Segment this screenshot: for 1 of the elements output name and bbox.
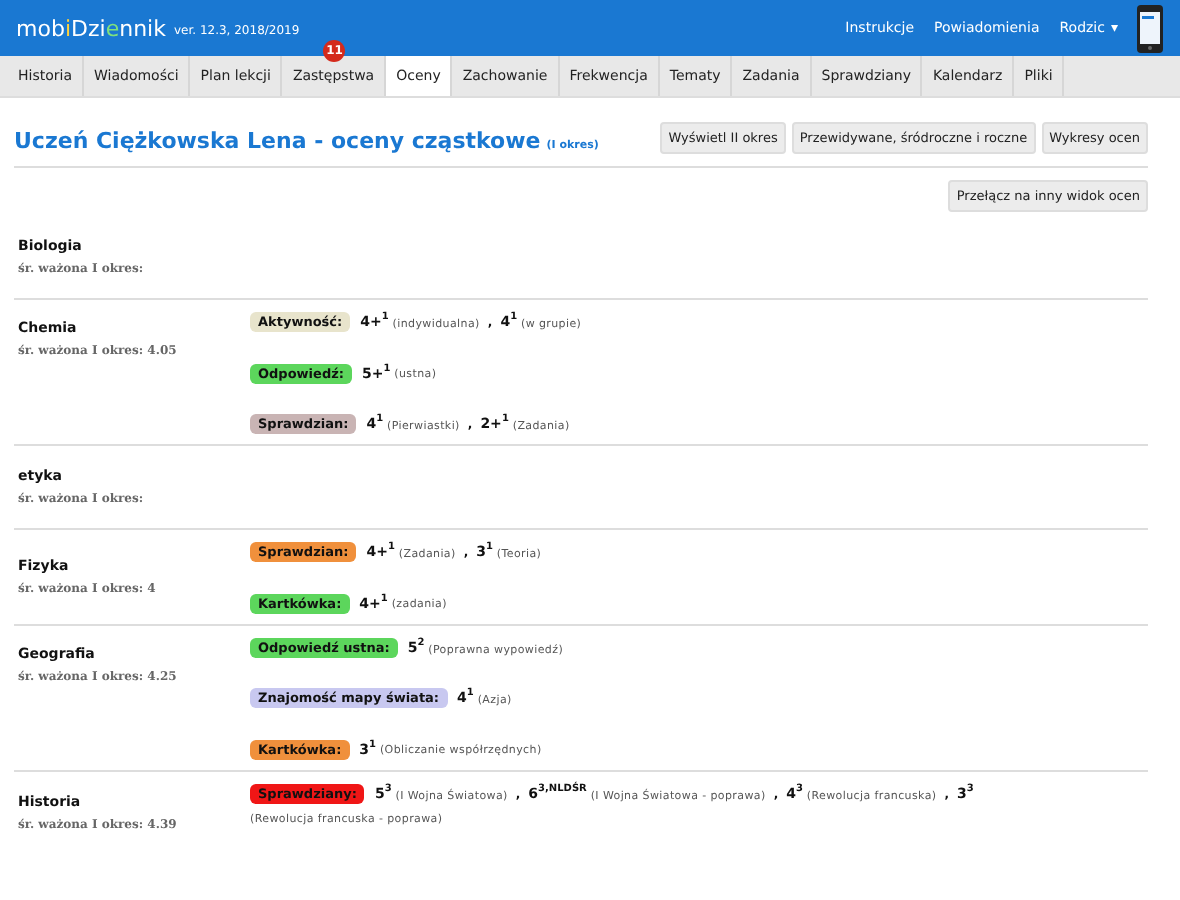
- app-logo: mobiDziennik: [16, 15, 166, 41]
